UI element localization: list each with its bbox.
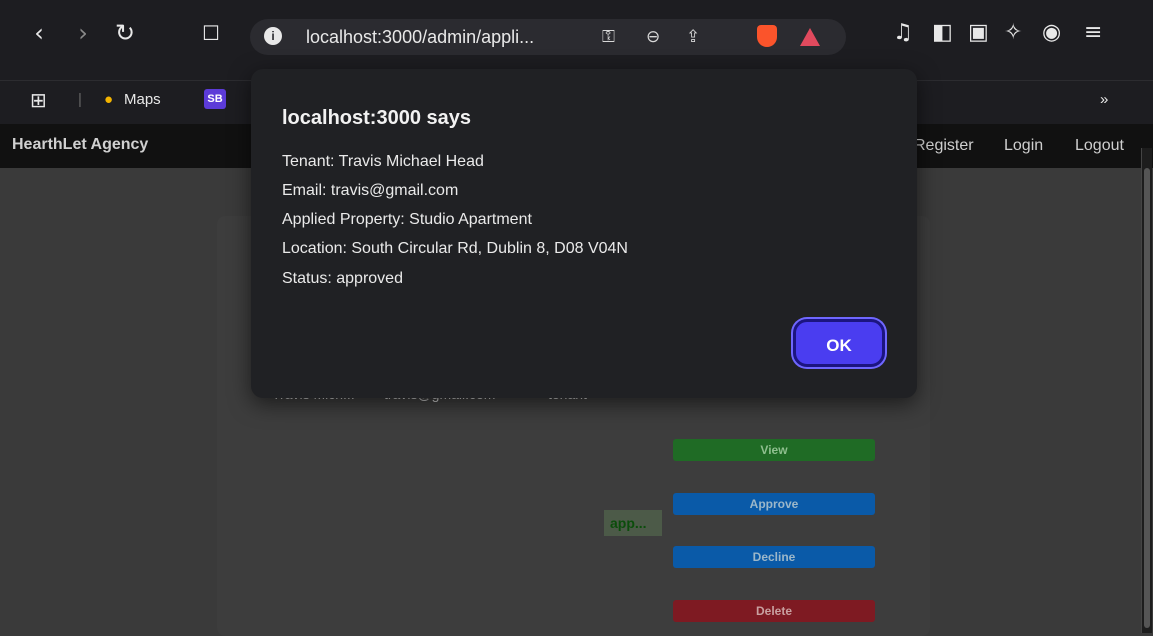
dialog-line-email: Email: travis@gmail.com xyxy=(282,182,459,199)
approve-button[interactable]: Approve xyxy=(673,493,875,515)
bookmarks-overflow-icon[interactable]: » xyxy=(1100,91,1108,108)
bookmark-maps[interactable]: Maps xyxy=(124,91,161,108)
scrollbar-thumb[interactable] xyxy=(1144,168,1150,628)
sidebar-icon[interactable]: ◧ xyxy=(932,20,953,45)
dialog-line-status: Status: approved xyxy=(282,270,403,287)
view-button[interactable]: View xyxy=(673,439,875,461)
browser-toolbar: ‹ › ↻ ☐ i localhost:3000/admin/appli... … xyxy=(0,0,1153,80)
dialog-title: localhost:3000 says xyxy=(282,107,471,129)
url-text: localhost:3000/admin/appli... xyxy=(306,27,535,47)
music-icon[interactable]: ♫ xyxy=(893,20,913,45)
share-icon[interactable]: ⇪ xyxy=(686,27,700,47)
apps-icon[interactable]: ⊞ xyxy=(30,88,47,113)
dialog-line-tenant: Tenant: Travis Michael Head xyxy=(282,153,484,170)
status-badge: app... xyxy=(604,510,662,536)
decline-button[interactable]: Decline xyxy=(673,546,875,568)
wallet-icon[interactable]: ▣ xyxy=(968,20,989,45)
leo-icon[interactable]: ✧ xyxy=(1004,20,1022,45)
brave-rewards-icon[interactable] xyxy=(800,28,820,46)
nav-logout[interactable]: Logout xyxy=(1075,137,1124,155)
zoom-icon[interactable]: ⊖ xyxy=(646,27,660,47)
reload-icon[interactable]: ↻ xyxy=(110,18,140,48)
alert-dialog: localhost:3000 says Tenant: Travis Micha… xyxy=(251,69,917,398)
maps-pin-icon: ● xyxy=(104,91,114,108)
delete-button[interactable]: Delete xyxy=(673,600,875,622)
bookmark-icon[interactable]: ☐ xyxy=(196,18,226,48)
site-info-icon[interactable]: i xyxy=(264,27,282,45)
dialog-line-property: Applied Property: Studio Apartment xyxy=(282,211,532,228)
back-icon[interactable]: ‹ xyxy=(24,18,54,48)
nav-login[interactable]: Login xyxy=(1004,137,1043,155)
key-icon[interactable]: ⚿ xyxy=(602,27,615,47)
scrollbar[interactable] xyxy=(1141,148,1152,633)
nav-register[interactable]: Register xyxy=(914,137,974,155)
vpn-icon[interactable]: ◉ xyxy=(1042,20,1061,45)
address-bar[interactable]: i localhost:3000/admin/appli... ⚿ ⊖ ⇪ xyxy=(250,19,846,55)
menu-icon[interactable]: ≡ xyxy=(1084,20,1102,45)
dialog-line-location: Location: South Circular Rd, Dublin 8, D… xyxy=(282,240,628,257)
divider: | xyxy=(78,91,82,108)
ok-button[interactable]: OK xyxy=(793,319,885,367)
forward-icon[interactable]: › xyxy=(68,18,98,48)
brave-shield-icon[interactable] xyxy=(757,25,777,47)
site-brand[interactable]: HearthLet Agency xyxy=(12,136,148,154)
bookmark-sb[interactable]: SB xyxy=(204,89,226,109)
